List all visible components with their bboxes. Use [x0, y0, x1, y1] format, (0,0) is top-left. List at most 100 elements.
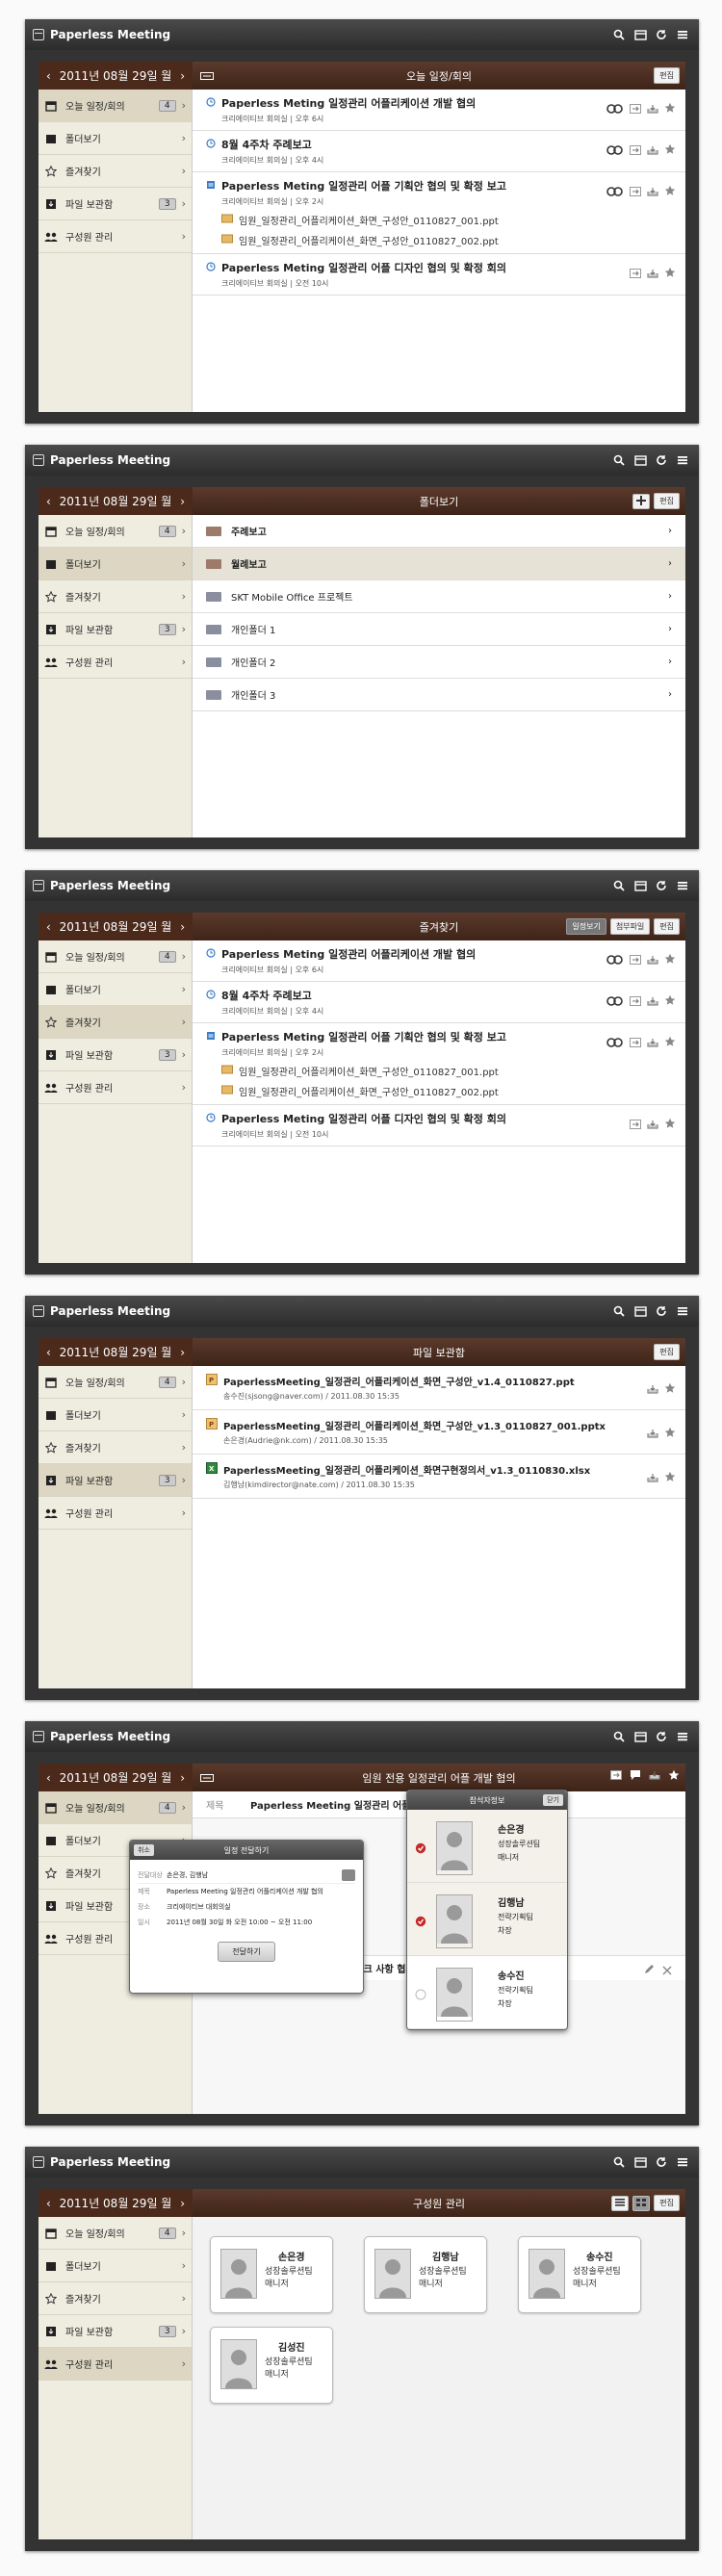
star-icon[interactable]	[664, 1468, 676, 1486]
edit-button[interactable]: 편집	[654, 1344, 680, 1360]
cancel-button[interactable]: 취소	[134, 1844, 154, 1856]
prev-date-button[interactable]: ‹	[46, 495, 51, 508]
prev-date-button[interactable]: ‹	[46, 1346, 51, 1359]
attendee-row[interactable]: 손은경 성장솔루션팀 매니저	[407, 1810, 567, 1883]
attachment-item[interactable]: 임원_일정관리_어플리케이션_화면_구성안_0110827_001.ppt	[221, 213, 678, 227]
sidebar-item-today[interactable]: 오늘 일정/회의 4 ›	[39, 90, 192, 122]
edit-button[interactable]: 편집	[654, 2195, 680, 2211]
view-toggle-icon[interactable]	[200, 70, 214, 83]
forward-icon[interactable]	[630, 99, 641, 117]
list-view-button[interactable]	[611, 2195, 630, 2211]
download-icon[interactable]	[649, 1770, 660, 1783]
edit-memo-icon[interactable]	[643, 1961, 655, 1979]
recipient-field[interactable]: 손은경, 김행남	[167, 1868, 342, 1883]
grid-view-button[interactable]	[632, 2195, 651, 2211]
menu-button[interactable]	[674, 1302, 691, 1320]
folder-item[interactable]: 개인폴더 1 ›	[193, 613, 685, 646]
file-row[interactable]: P PaperlessMeeting_일정관리_어플리케이션_화면_구성안_v1.…	[193, 1410, 685, 1455]
download-icon[interactable]	[647, 1115, 658, 1133]
star-icon[interactable]	[668, 1769, 680, 1784]
next-date-button[interactable]: ›	[180, 920, 185, 934]
sidebar-item-folders[interactable]: 폴더보기 ›	[39, 548, 192, 580]
menu-button[interactable]	[674, 877, 691, 894]
prev-date-button[interactable]: ‹	[46, 1771, 51, 1785]
edit-button[interactable]: 편집	[654, 918, 680, 935]
calendar-button[interactable]	[632, 1728, 649, 1745]
calendar-button[interactable]	[632, 26, 649, 43]
search-button[interactable]	[610, 1728, 628, 1745]
attendees-icon[interactable]	[606, 992, 624, 1010]
calendar-button[interactable]	[632, 1302, 649, 1320]
refresh-button[interactable]	[653, 26, 670, 43]
attendees-icon[interactable]	[606, 99, 624, 117]
menu-button[interactable]	[674, 26, 691, 43]
add-folder-button[interactable]	[632, 493, 651, 509]
sidebar-item-favorites[interactable]: 즐겨찾기 ›	[39, 580, 192, 613]
sidebar-item-folders[interactable]: 폴더보기 ›	[39, 1399, 192, 1431]
attendee-row[interactable]: 송수진 전략기획팀 차장	[407, 1956, 567, 2029]
checked-icon[interactable]	[415, 1840, 426, 1858]
meeting-row[interactable]: Paperless Meting 일정관리 어플 기획안 협의 및 확정 보고 …	[193, 1023, 685, 1105]
sidebar-item-today[interactable]: 오늘 일정/회의 4 ›	[39, 2217, 192, 2250]
refresh-button[interactable]	[653, 877, 670, 894]
download-icon[interactable]	[647, 264, 658, 282]
star-icon[interactable]	[664, 992, 676, 1010]
search-button[interactable]	[610, 2153, 628, 2171]
download-icon[interactable]	[647, 141, 658, 159]
sidebar-item-files[interactable]: 파일 보관함 3 ›	[39, 613, 192, 646]
member-card[interactable]: 손은경 성장솔루션팀 매니저	[210, 2236, 333, 2313]
close-button[interactable]: 닫기	[543, 1794, 563, 1806]
calendar-button[interactable]	[632, 451, 649, 469]
folder-item[interactable]: 개인폴더 3 ›	[193, 679, 685, 711]
download-icon[interactable]	[647, 950, 658, 968]
forward-icon[interactable]	[630, 1115, 641, 1133]
forward-icon[interactable]	[630, 141, 641, 159]
sidebar-item-favorites[interactable]: 즐겨찾기 ›	[39, 155, 192, 188]
refresh-button[interactable]	[653, 1302, 670, 1320]
next-date-button[interactable]: ›	[180, 1771, 185, 1785]
attachment-item[interactable]: 임원_일정관리_어플리케이션_화면_구성안_0110827_002.ppt	[221, 1084, 678, 1098]
attendee-row[interactable]: 김행남 전략기획팀 차장	[407, 1883, 567, 1956]
star-icon[interactable]	[664, 1033, 676, 1051]
attendees-icon[interactable]	[606, 182, 624, 200]
sidebar-item-favorites[interactable]: 즐겨찾기 ›	[39, 1006, 192, 1039]
edit-button[interactable]: 편집	[654, 67, 680, 84]
refresh-button[interactable]	[653, 451, 670, 469]
calendar-button[interactable]	[632, 877, 649, 894]
tab-schedule[interactable]: 일정보기	[566, 918, 606, 935]
meeting-row[interactable]: Paperless Meting 일정관리 어플리케이션 개발 협의 크리에이티…	[193, 90, 685, 131]
refresh-button[interactable]	[653, 1728, 670, 1745]
download-icon[interactable]	[647, 1468, 658, 1486]
folder-item[interactable]: 주례보고 ›	[193, 515, 685, 548]
sidebar-item-members[interactable]: 구성원 관리 ›	[39, 646, 192, 679]
sidebar-item-files[interactable]: 파일 보관함 3 ›	[39, 1039, 192, 1071]
meeting-row[interactable]: Paperless Meting 일정관리 어플 기획안 협의 및 확정 보고 …	[193, 172, 685, 254]
prev-date-button[interactable]: ‹	[46, 2197, 51, 2210]
sidebar-item-today[interactable]: 오늘 일정/회의 4 ›	[39, 1791, 192, 1824]
search-button[interactable]	[610, 26, 628, 43]
prev-date-button[interactable]: ‹	[46, 920, 51, 934]
sidebar-item-folders[interactable]: 폴더보기 ›	[39, 973, 192, 1006]
forward-icon[interactable]	[630, 264, 641, 282]
sidebar-item-files[interactable]: 파일 보관함 3 ›	[39, 2315, 192, 2348]
sidebar-item-favorites[interactable]: 즐겨찾기 ›	[39, 1431, 192, 1464]
sidebar-item-members[interactable]: 구성원 관리 ›	[39, 1497, 192, 1530]
checked-icon[interactable]	[415, 1913, 426, 1931]
star-icon[interactable]	[664, 1115, 676, 1133]
sidebar-item-files[interactable]: 파일 보관함 3 ›	[39, 1464, 192, 1497]
file-row[interactable]: X PaperlessMeeting_일정관리_어플리케이션_화면구현정의서_v1…	[193, 1455, 685, 1499]
download-icon[interactable]	[647, 99, 658, 117]
sidebar-item-folders[interactable]: 폴더보기 ›	[39, 2250, 192, 2282]
sidebar-item-today[interactable]: 오늘 일정/회의 4 ›	[39, 940, 192, 973]
forward-icon[interactable]	[630, 182, 641, 200]
tab-attachments[interactable]: 첨부파일	[609, 918, 651, 935]
download-icon[interactable]	[647, 1033, 658, 1051]
member-card[interactable]: 김성진 성장솔루션팀 매니저	[210, 2327, 333, 2404]
download-icon[interactable]	[647, 182, 658, 200]
add-recipient-icon[interactable]	[342, 1869, 355, 1881]
folder-item[interactable]: 월례보고 ›	[193, 548, 685, 580]
forward-icon[interactable]	[630, 992, 641, 1010]
forward-icon[interactable]	[610, 1770, 622, 1783]
menu-button[interactable]	[674, 1728, 691, 1745]
attendees-icon[interactable]	[606, 950, 624, 968]
